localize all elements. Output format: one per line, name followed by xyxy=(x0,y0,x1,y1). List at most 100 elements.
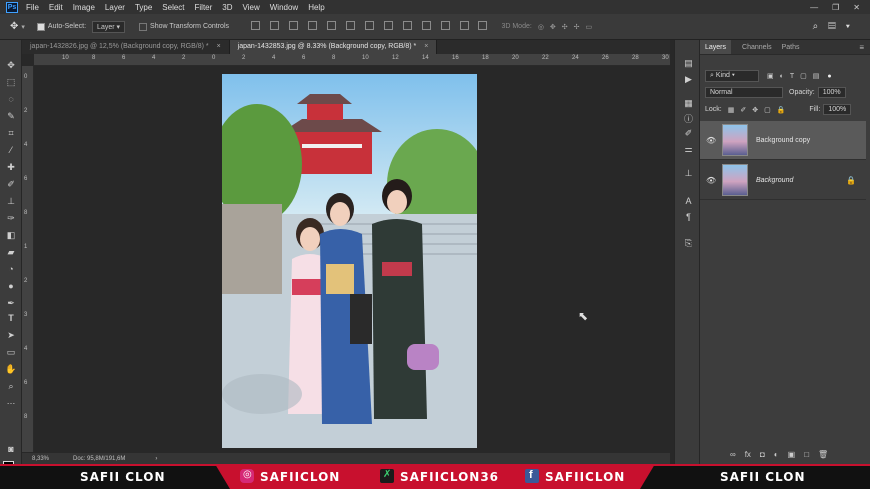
path-select-tool-icon[interactable]: ➤ xyxy=(5,329,17,341)
eraser-tool-icon[interactable]: ◧ xyxy=(5,229,17,241)
new-layer-icon[interactable]: □ xyxy=(804,450,809,459)
collapsed-panels-strip: ▤ ▶ ▦ ⓘ ✐ ⚌ ⊥ A ¶ ⎘ xyxy=(674,40,700,464)
brush-tool-icon[interactable]: ✐ xyxy=(5,178,17,190)
more-tools-icon[interactable]: … xyxy=(5,395,17,407)
tab-japan-1432853[interactable]: japan-1432853.jpg @ 8.33% (Background co… xyxy=(229,40,438,54)
marquee-tool-icon[interactable]: ⬚ xyxy=(5,76,17,88)
add-mask-icon[interactable]: ◘ xyxy=(760,450,765,459)
filter-type-icons[interactable]: ▣◐T▢▤ xyxy=(767,72,825,80)
fill-input[interactable]: 100% xyxy=(823,104,852,115)
crop-tool-icon[interactable]: ⌗ xyxy=(5,127,17,139)
close-window-button[interactable]: ✕ xyxy=(853,3,860,12)
opacity-input[interactable]: 100% xyxy=(817,87,846,98)
tab-japan-1432826[interactable]: japan-1432826.jpg @ 12,5% (Background co… xyxy=(22,40,230,54)
distribute-bottom-icon[interactable] xyxy=(402,21,412,30)
status-menu-arrow-icon[interactable]: › xyxy=(155,456,157,462)
visibility-eye-icon[interactable]: 👁 xyxy=(706,136,716,145)
menu-image[interactable]: Image xyxy=(73,3,95,12)
filter-toggle-icon[interactable]: ● xyxy=(827,73,831,80)
align-left-icon[interactable] xyxy=(307,21,317,30)
quick-mask-icon[interactable]: ◙ xyxy=(5,443,17,455)
quick-select-tool-icon[interactable]: ✎ xyxy=(5,110,17,122)
layer-style-icon[interactable]: fx xyxy=(745,450,751,459)
adjustment-layer-icon[interactable]: ◐ xyxy=(774,450,779,459)
eyedropper-tool-icon[interactable]: ⁄ xyxy=(5,144,17,156)
brush-panel-icon[interactable]: ✐ xyxy=(683,128,694,139)
align-top-icon[interactable] xyxy=(251,21,261,30)
auto-select-checkbox[interactable] xyxy=(36,22,48,31)
healing-brush-tool-icon[interactable]: ✚ xyxy=(5,161,17,173)
checkbox-checked-icon xyxy=(36,22,45,31)
distribute-top-icon[interactable] xyxy=(364,21,374,30)
move-tool-icon[interactable]: ✥ xyxy=(10,21,18,32)
layer-lock-icon[interactable]: 🔒 xyxy=(846,176,856,185)
new-group-icon[interactable]: ▣ xyxy=(788,450,796,459)
move-tool-icon[interactable]: ✥ xyxy=(5,59,17,71)
menu-view[interactable]: View xyxy=(243,3,260,12)
gradient-tool-icon[interactable]: ▰ xyxy=(5,246,17,258)
info-panel-icon[interactable]: ⓘ xyxy=(683,114,694,125)
ruler-vertical[interactable]: 0 2 4 6 8 1 2 3 4 6 8 xyxy=(22,66,34,452)
panel-menu-icon[interactable]: ≡ xyxy=(859,40,864,54)
align-hcenter-icon[interactable] xyxy=(326,21,336,30)
menu-select[interactable]: Select xyxy=(162,3,184,12)
minimize-button[interactable]: — xyxy=(810,3,818,12)
3d-tools-icons[interactable]: ◎✥✣✢▭ xyxy=(538,23,598,31)
distribute-right-icon[interactable] xyxy=(459,21,469,30)
blend-mode-dropdown[interactable]: Normal xyxy=(705,87,783,98)
distribute-vcenter-icon[interactable] xyxy=(383,21,393,30)
actions-play-icon[interactable]: ▶ xyxy=(683,74,694,85)
zoom-tool-icon[interactable]: ⌕ xyxy=(5,380,17,392)
brush-settings-icon[interactable]: ⚌ xyxy=(683,144,694,155)
blur-tool-icon[interactable]: ◔ xyxy=(5,263,17,275)
lasso-tool-icon[interactable]: ◌ xyxy=(5,93,17,105)
lock-icons[interactable]: ▦✐✥▢🔒 xyxy=(728,106,792,114)
filter-kind-dropdown[interactable]: ⌕ Kind ▾ xyxy=(705,70,759,82)
align-vcenter-icon[interactable] xyxy=(269,21,279,30)
distribute-hcenter-icon[interactable] xyxy=(440,21,450,30)
menu-file[interactable]: File xyxy=(26,3,39,12)
restore-button[interactable]: ❐ xyxy=(832,3,839,12)
tool-preset-arrow-icon[interactable]: ▾ xyxy=(21,23,25,31)
pen-tool-icon[interactable]: ✒ xyxy=(5,297,17,309)
type-tool-icon[interactable]: T xyxy=(5,312,17,324)
layer-row-background[interactable]: 👁 Background 🔒 xyxy=(700,161,866,200)
distribute-left-icon[interactable] xyxy=(421,21,431,30)
history-brush-tool-icon[interactable]: ✑ xyxy=(5,212,17,224)
properties-panel-icon[interactable]: ▦ xyxy=(683,98,694,109)
visibility-eye-icon[interactable]: 👁 xyxy=(706,176,716,185)
align-bottom-icon[interactable] xyxy=(288,21,298,30)
menu-help[interactable]: Help xyxy=(308,3,324,12)
link-layers-icon[interactable]: ∞ xyxy=(730,450,736,459)
tab-layers[interactable]: Layers xyxy=(700,40,732,54)
history-panel-icon[interactable]: ▤ xyxy=(683,58,694,69)
menu-layer[interactable]: Layer xyxy=(105,3,125,12)
delete-layer-icon[interactable]: 🗑 xyxy=(818,450,828,459)
clone-source-icon[interactable]: ⊥ xyxy=(683,168,694,179)
auto-select-dropdown[interactable]: Layer ▾ xyxy=(92,20,126,33)
dodge-tool-icon[interactable]: ● xyxy=(5,280,17,292)
shape-tool-icon[interactable]: ▭ xyxy=(5,346,17,358)
document-image[interactable] xyxy=(222,74,477,448)
show-transform-checkbox[interactable] xyxy=(139,22,150,31)
align-right-icon[interactable] xyxy=(345,21,355,30)
tab-channels[interactable]: Channels xyxy=(737,40,777,54)
tab-close-icon[interactable]: × xyxy=(424,43,428,50)
tab-close-icon[interactable]: × xyxy=(217,43,221,50)
layer-row-background-copy[interactable]: 👁 Background copy xyxy=(700,121,866,160)
search-workspace-icons[interactable]: ⌕▤▾ xyxy=(813,21,860,32)
glyphs-panel-icon[interactable]: ⎘ xyxy=(683,238,694,249)
menu-window[interactable]: Window xyxy=(270,3,298,12)
paragraph-panel-icon[interactable]: ¶ xyxy=(683,212,694,223)
menu-3d[interactable]: 3D xyxy=(222,3,232,12)
auto-align-icon[interactable] xyxy=(478,21,488,30)
hand-tool-icon[interactable]: ✋ xyxy=(5,363,17,375)
tab-paths[interactable]: Paths xyxy=(777,40,805,54)
menu-type[interactable]: Type xyxy=(135,3,152,12)
menu-filter[interactable]: Filter xyxy=(195,3,213,12)
clone-stamp-tool-icon[interactable]: ⊥ xyxy=(5,195,17,207)
ruler-horizontal[interactable]: 10 8 6 4 2 0 2 4 6 8 10 12 14 16 18 20 22 24 26 28 30 xyxy=(34,54,670,66)
character-panel-icon[interactable]: A xyxy=(683,196,694,207)
zoom-level[interactable]: 8,33% xyxy=(32,456,49,462)
menu-edit[interactable]: Edit xyxy=(49,3,63,12)
